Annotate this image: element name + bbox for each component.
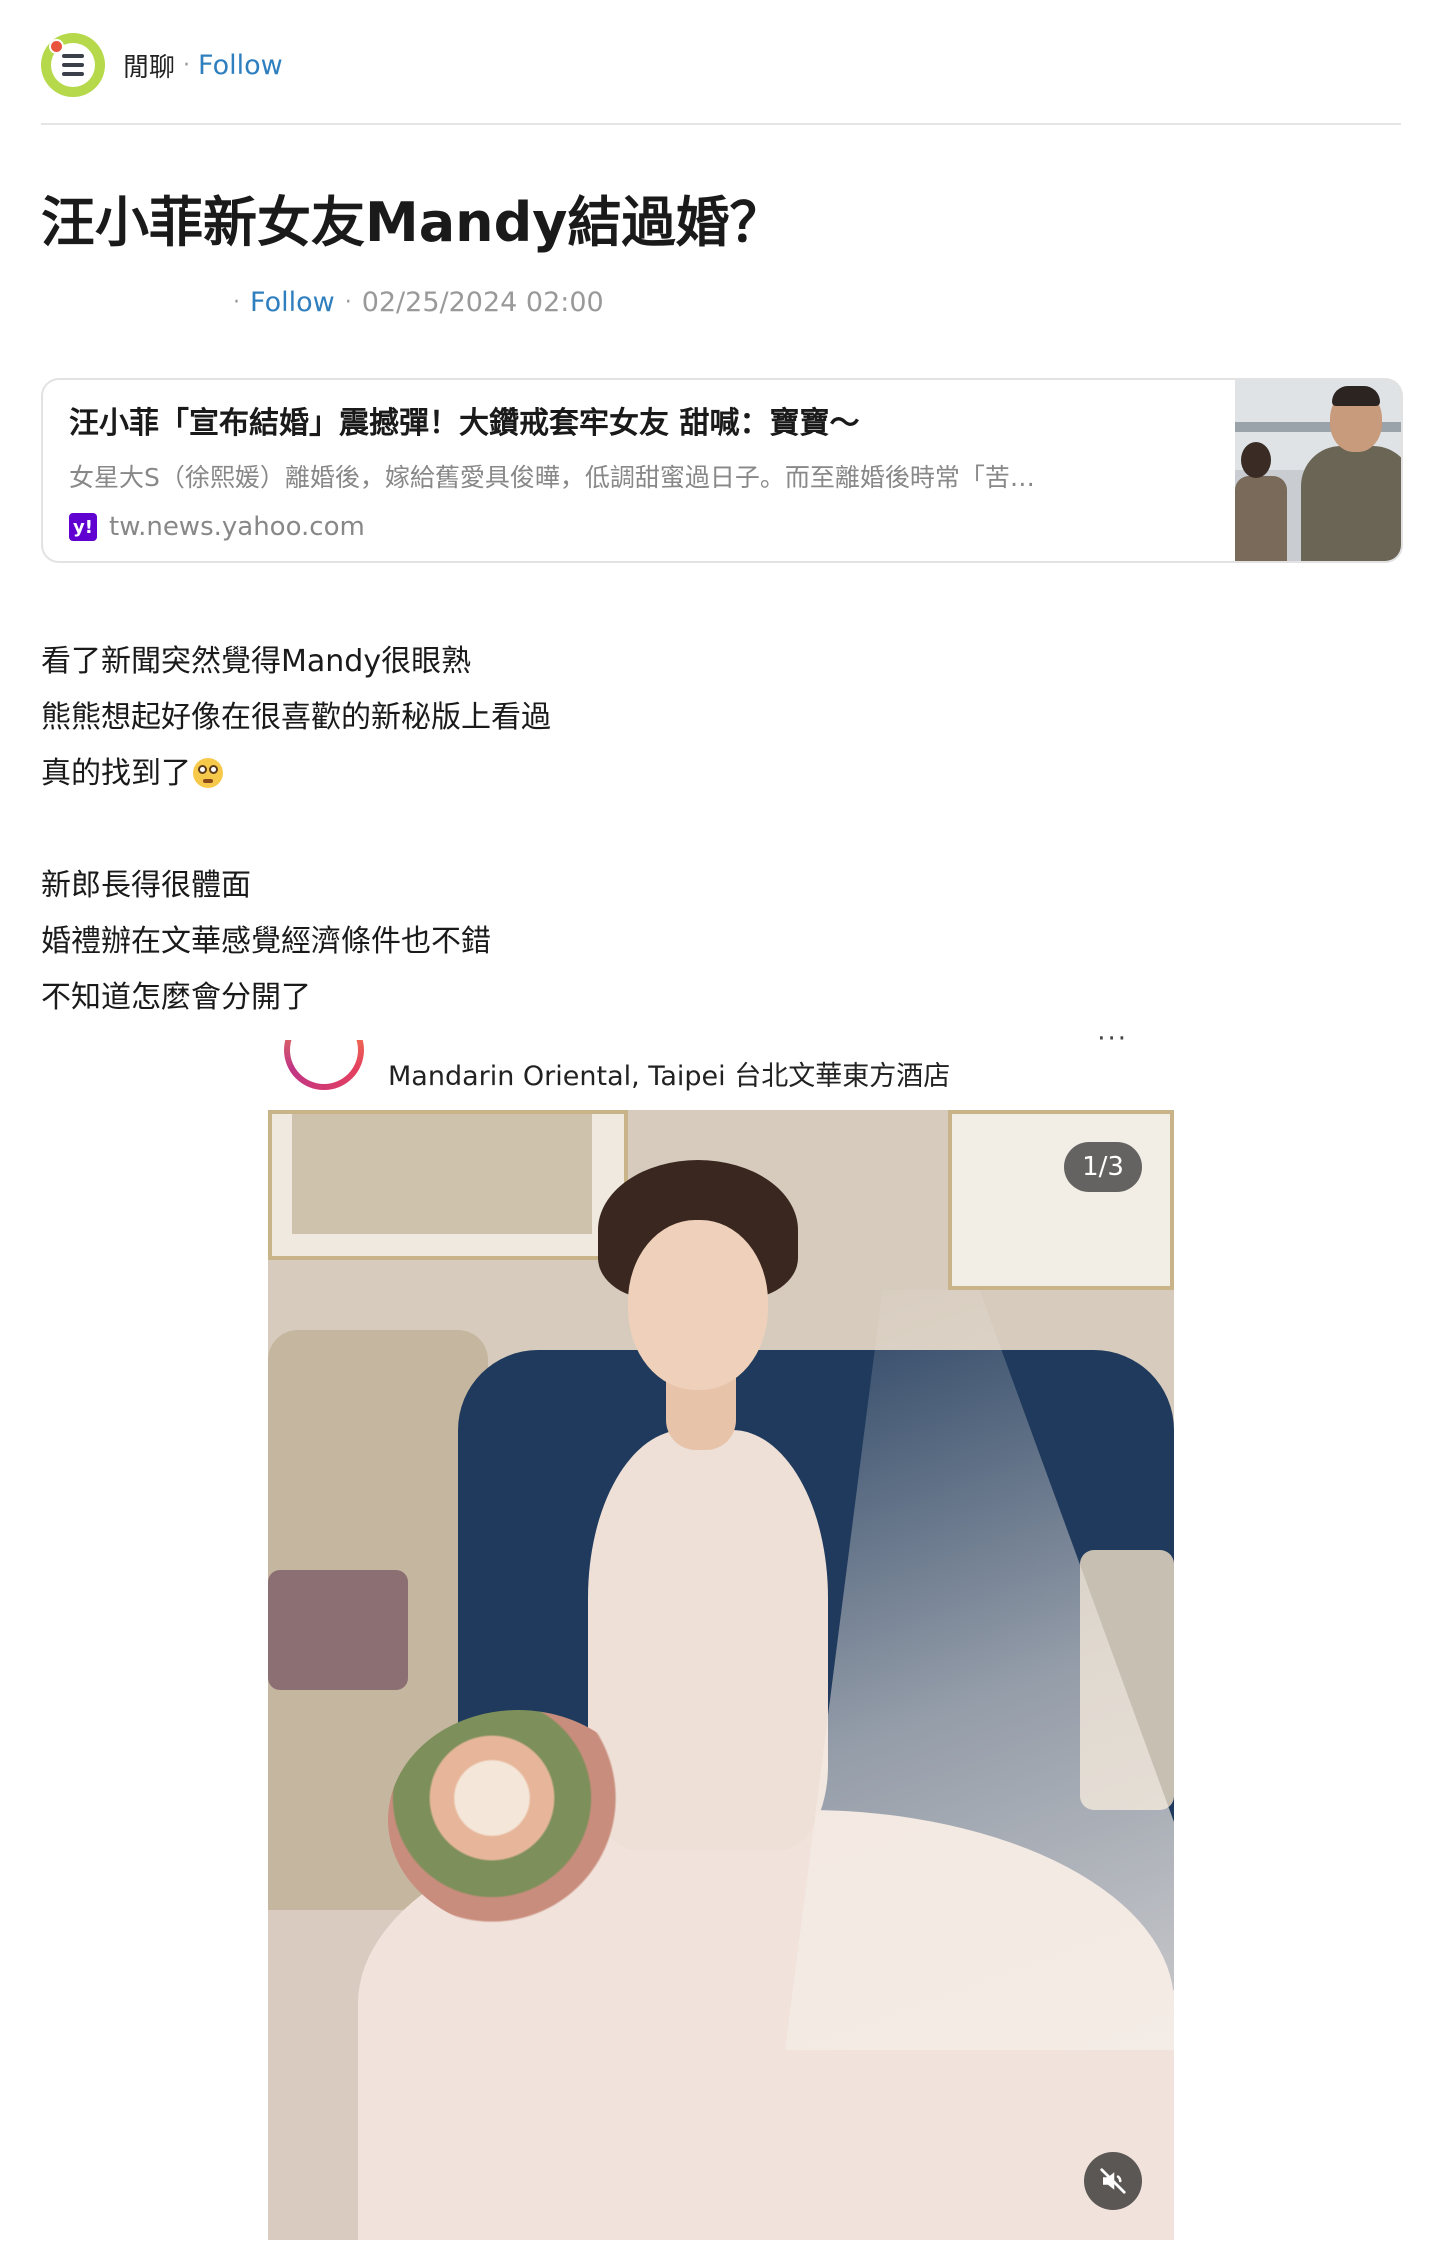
- more-options-icon[interactable]: ···: [1097, 1024, 1128, 1054]
- post-line: 新郎長得很體面: [41, 868, 251, 903]
- separator-dot: ·: [233, 290, 240, 315]
- author-follow-button[interactable]: Follow: [250, 287, 335, 318]
- post-date: 02/25/2024 02:00: [361, 287, 604, 318]
- board-follow-button[interactable]: Follow: [198, 50, 283, 81]
- board-header: 閒聊 · Follow: [41, 32, 283, 98]
- post-line: 真的找到了: [41, 746, 551, 802]
- notification-dot: [49, 39, 64, 54]
- link-source-domain: tw.news.yahoo.com: [109, 512, 365, 542]
- post-title: 汪小菲新女友Mandy結過婚？: [41, 191, 784, 254]
- header-divider: [41, 123, 1401, 125]
- post-line: 婚禮辦在文華感覺經濟條件也不錯: [41, 924, 491, 959]
- link-preview-thumbnail: [1235, 380, 1401, 561]
- instagram-location[interactable]: Mandarin Oriental, Taipei 台北文華東方酒店: [388, 1054, 950, 1093]
- post-line-blank: [41, 802, 551, 858]
- separator-dot: ·: [344, 290, 352, 315]
- flushed-face-icon: [193, 758, 223, 788]
- chat-list-icon[interactable]: [41, 33, 105, 97]
- yahoo-icon: y!: [69, 513, 97, 541]
- link-preview-source: y! tw.news.yahoo.com: [69, 512, 1209, 542]
- carousel-counter: 1/3: [1064, 1142, 1142, 1192]
- link-preview-title[interactable]: 汪小菲「宣布結婚」震撼彈！大鑽戒套牢女友 甜喊：寶寶～: [69, 398, 1209, 442]
- post-body: 看了新聞突然覺得Mandy很眼熟 熊熊想起好像在很喜歡的新秘版上看過 真的找到了…: [41, 634, 551, 1026]
- post-line-text: 真的找到了: [41, 756, 191, 791]
- link-preview-description: 女星大S（徐熙媛）離婚後，嫁給舊愛具俊曄，低調甜蜜過日子。而至離婚後時常「苦…: [69, 463, 1035, 492]
- board-name[interactable]: 閒聊: [123, 47, 175, 84]
- instagram-photo[interactable]: 1/3: [268, 1110, 1174, 2240]
- link-preview-card[interactable]: 汪小菲「宣布結婚」震撼彈！大鑽戒套牢女友 甜喊：寶寶～ 女星大S（徐熙媛）離婚後…: [41, 378, 1403, 563]
- post-line: 不知道怎麼會分開了: [41, 980, 311, 1015]
- post-line: 看了新聞突然覺得Mandy很眼熟: [41, 644, 472, 679]
- instagram-embed-header: Mandarin Oriental, Taipei 台北文華東方酒店 ···: [280, 1024, 1140, 1110]
- post-meta: · Follow · 02/25/2024 02:00: [223, 287, 604, 318]
- separator-dot: ·: [183, 52, 191, 78]
- post-line: 熊熊想起好像在很喜歡的新秘版上看過: [41, 700, 551, 735]
- speaker-muted-icon[interactable]: [1084, 2152, 1142, 2210]
